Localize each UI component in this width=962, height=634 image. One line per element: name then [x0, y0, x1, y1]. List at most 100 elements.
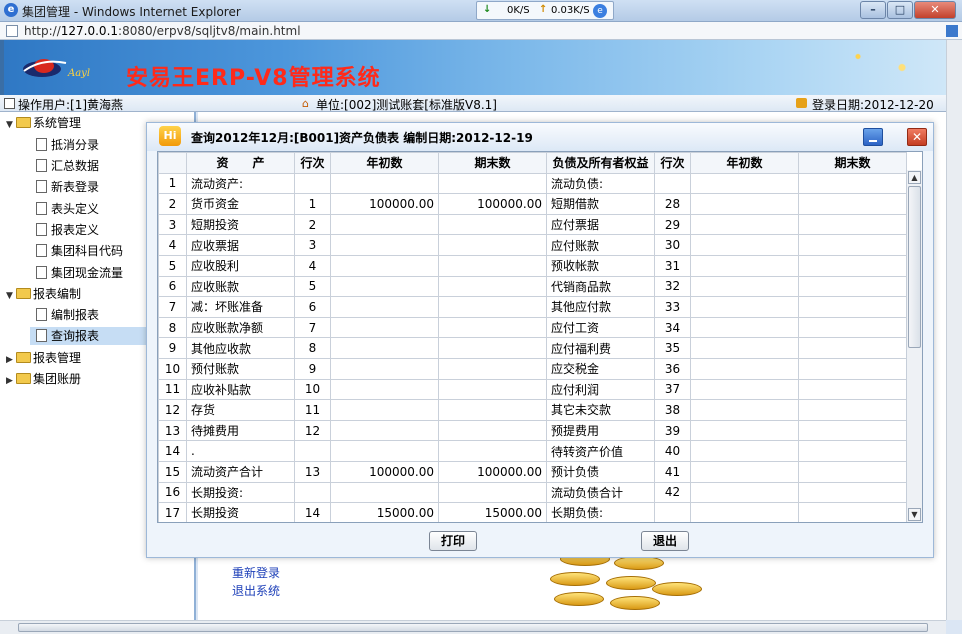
- table-row[interactable]: 9 其他应收款 8 应付福利费 35: [158, 337, 907, 359]
- liability-closing: [798, 316, 907, 339]
- liability-name: 其它未交款: [546, 399, 655, 421]
- sidebar-item[interactable]: 抵消分录: [36, 136, 99, 154]
- table-row[interactable]: 15 流动资产合计 13 100000.00 100000.00 预计负债 41: [158, 460, 907, 483]
- table-row[interactable]: 12 存货 11 其它未交款 38: [158, 399, 907, 421]
- dialog-title: 查询2012年12月:[B001]资产负债表 编制日期:2012-12-19: [191, 131, 533, 145]
- table-row[interactable]: 11 应收补贴款 10 应付利润 37: [158, 378, 907, 401]
- sidebar-item[interactable]: 表头定义: [36, 200, 99, 218]
- asset-closing: [438, 440, 547, 462]
- sidebar-item[interactable]: 汇总数据: [36, 157, 99, 175]
- page-vertical-scrollbar[interactable]: [946, 40, 962, 620]
- scroll-down-icon[interactable]: ▼: [908, 508, 921, 521]
- scroll-up-icon[interactable]: ▲: [908, 171, 921, 184]
- row-number: 7: [158, 296, 187, 318]
- unit-label: 单位:[002]测试账套[标准版V8.1]: [316, 98, 497, 112]
- sidebar-item[interactable]: 集团科目代码: [36, 242, 123, 260]
- window-titlebar: e 集团管理 - Windows Internet Explorer ↓ 0K/…: [0, 0, 962, 22]
- minimize-button[interactable]: –: [860, 1, 886, 19]
- liability-line: 29: [654, 213, 691, 236]
- table-row[interactable]: 1 流动资产: 流动负债:: [158, 172, 907, 195]
- asset-line: 6: [294, 296, 331, 318]
- liability-name: 短期借款: [546, 193, 655, 215]
- table-row[interactable]: 8 应收账款净额 7 应付工资 34: [158, 316, 907, 339]
- scrollbar-thumb[interactable]: [18, 623, 928, 632]
- asset-line: 13: [294, 460, 331, 483]
- liability-opening: [690, 172, 799, 195]
- sidebar-item[interactable]: 报表定义: [36, 221, 99, 239]
- tree-group-report-compile[interactable]: ▼ 报表编制: [6, 285, 81, 303]
- user-icon: [4, 98, 15, 109]
- liability-line: 31: [654, 254, 691, 277]
- maximize-button[interactable]: □: [887, 1, 913, 19]
- dialog-logo-icon: Hi: [159, 126, 181, 146]
- liability-opening: [690, 275, 799, 298]
- sidebar-item[interactable]: 编制报表: [36, 306, 99, 324]
- exit-button[interactable]: 退出: [641, 531, 689, 551]
- document-icon: [36, 138, 47, 151]
- compat-view-icon[interactable]: [946, 25, 958, 37]
- table-row[interactable]: 13 待摊费用 12 预提费用 39: [158, 419, 907, 442]
- table-row[interactable]: 6 应收账款 5 代销商品款 32: [158, 275, 907, 298]
- asset-name: 应收票据: [186, 234, 295, 256]
- upload-speed: 0.03K/S: [551, 5, 590, 16]
- print-button[interactable]: 打印: [429, 531, 477, 551]
- folder-open-icon: [16, 288, 31, 299]
- table-vertical-scrollbar[interactable]: ▲ ▼: [906, 170, 922, 522]
- url-text[interactable]: http://127.0.0.1:8080/erpv8/sqljtv8/main…: [24, 24, 301, 38]
- liability-opening: [690, 460, 799, 483]
- liability-closing: [798, 460, 907, 483]
- row-number: 16: [158, 481, 187, 504]
- banner-decoration: [726, 40, 946, 95]
- liability-closing: [798, 213, 907, 236]
- document-icon: [36, 266, 47, 279]
- asset-closing: [438, 337, 547, 359]
- sidebar-item[interactable]: 新表登录: [36, 178, 99, 196]
- dialog-close-button[interactable]: ✕: [907, 128, 927, 146]
- table-header-row: 资 产 行次 年初数 期末数 负债及所有者权益 行次 年初数 期末数: [158, 152, 907, 174]
- exit-system-link[interactable]: 退出系统: [232, 582, 280, 599]
- asset-opening: [330, 172, 439, 195]
- asset-name: 短期投资: [186, 213, 295, 236]
- table-row[interactable]: 16 长期投资: 流动负债合计 42: [158, 481, 907, 504]
- relogin-link[interactable]: 重新登录: [232, 564, 280, 581]
- asset-closing: [438, 481, 547, 504]
- document-icon: [36, 223, 47, 236]
- liability-line: 39: [654, 419, 691, 442]
- liability-closing: [798, 193, 907, 215]
- asset-name: 待摊费用: [186, 419, 295, 442]
- expanded-arrow-icon: ▼: [6, 120, 13, 130]
- tree-group-group-ledger[interactable]: ▶ 集团账册: [6, 370, 81, 388]
- liability-opening: [690, 399, 799, 421]
- table-row[interactable]: 17 长期投资 14 15000.00 15000.00 长期负债:: [158, 502, 907, 522]
- asset-closing: [438, 254, 547, 277]
- asset-line: 9: [294, 357, 331, 380]
- liability-closing: [798, 440, 907, 462]
- close-button[interactable]: ✕: [914, 1, 956, 19]
- table-row[interactable]: 2 货币资金 1 100000.00 100000.00 短期借款 28: [158, 193, 907, 215]
- address-bar[interactable]: http://127.0.0.1:8080/erpv8/sqljtv8/main…: [0, 22, 962, 40]
- asset-closing: [438, 378, 547, 401]
- folder-icon: [16, 352, 31, 363]
- table-row[interactable]: 10 预付账款 9 应交税金 36: [158, 357, 907, 380]
- row-number: 12: [158, 399, 187, 421]
- sidebar-item[interactable]: 集团现金流量: [36, 264, 123, 282]
- table-row[interactable]: 7 减：坏账准备 6 其他应付款 33: [158, 296, 907, 318]
- scrollbar-thumb[interactable]: [908, 186, 921, 348]
- table-row[interactable]: 3 短期投资 2 应付票据 29: [158, 213, 907, 236]
- download-speed: 0K/S: [507, 5, 530, 16]
- document-icon: [36, 202, 47, 215]
- liability-line: [654, 502, 691, 522]
- asset-closing: [438, 419, 547, 442]
- table-row[interactable]: 14. 待转资产价值 40: [158, 440, 907, 462]
- liability-line: 41: [654, 460, 691, 483]
- table-row[interactable]: 5 应收股利 4 预收帐款 31: [158, 254, 907, 277]
- page-horizontal-scrollbar[interactable]: [0, 620, 946, 634]
- tree-group-report-manage[interactable]: ▶ 报表管理: [6, 349, 81, 367]
- dialog-minimize-button[interactable]: [863, 128, 883, 146]
- asset-name: 长期投资:: [186, 481, 295, 504]
- asset-name: 流动资产合计: [186, 460, 295, 483]
- header-line: 行次: [654, 152, 691, 174]
- liability-line: 36: [654, 357, 691, 380]
- table-row[interactable]: 4 应收票据 3 应付账款 30: [158, 234, 907, 256]
- tree-group-system[interactable]: ▼ 系统管理: [6, 114, 81, 132]
